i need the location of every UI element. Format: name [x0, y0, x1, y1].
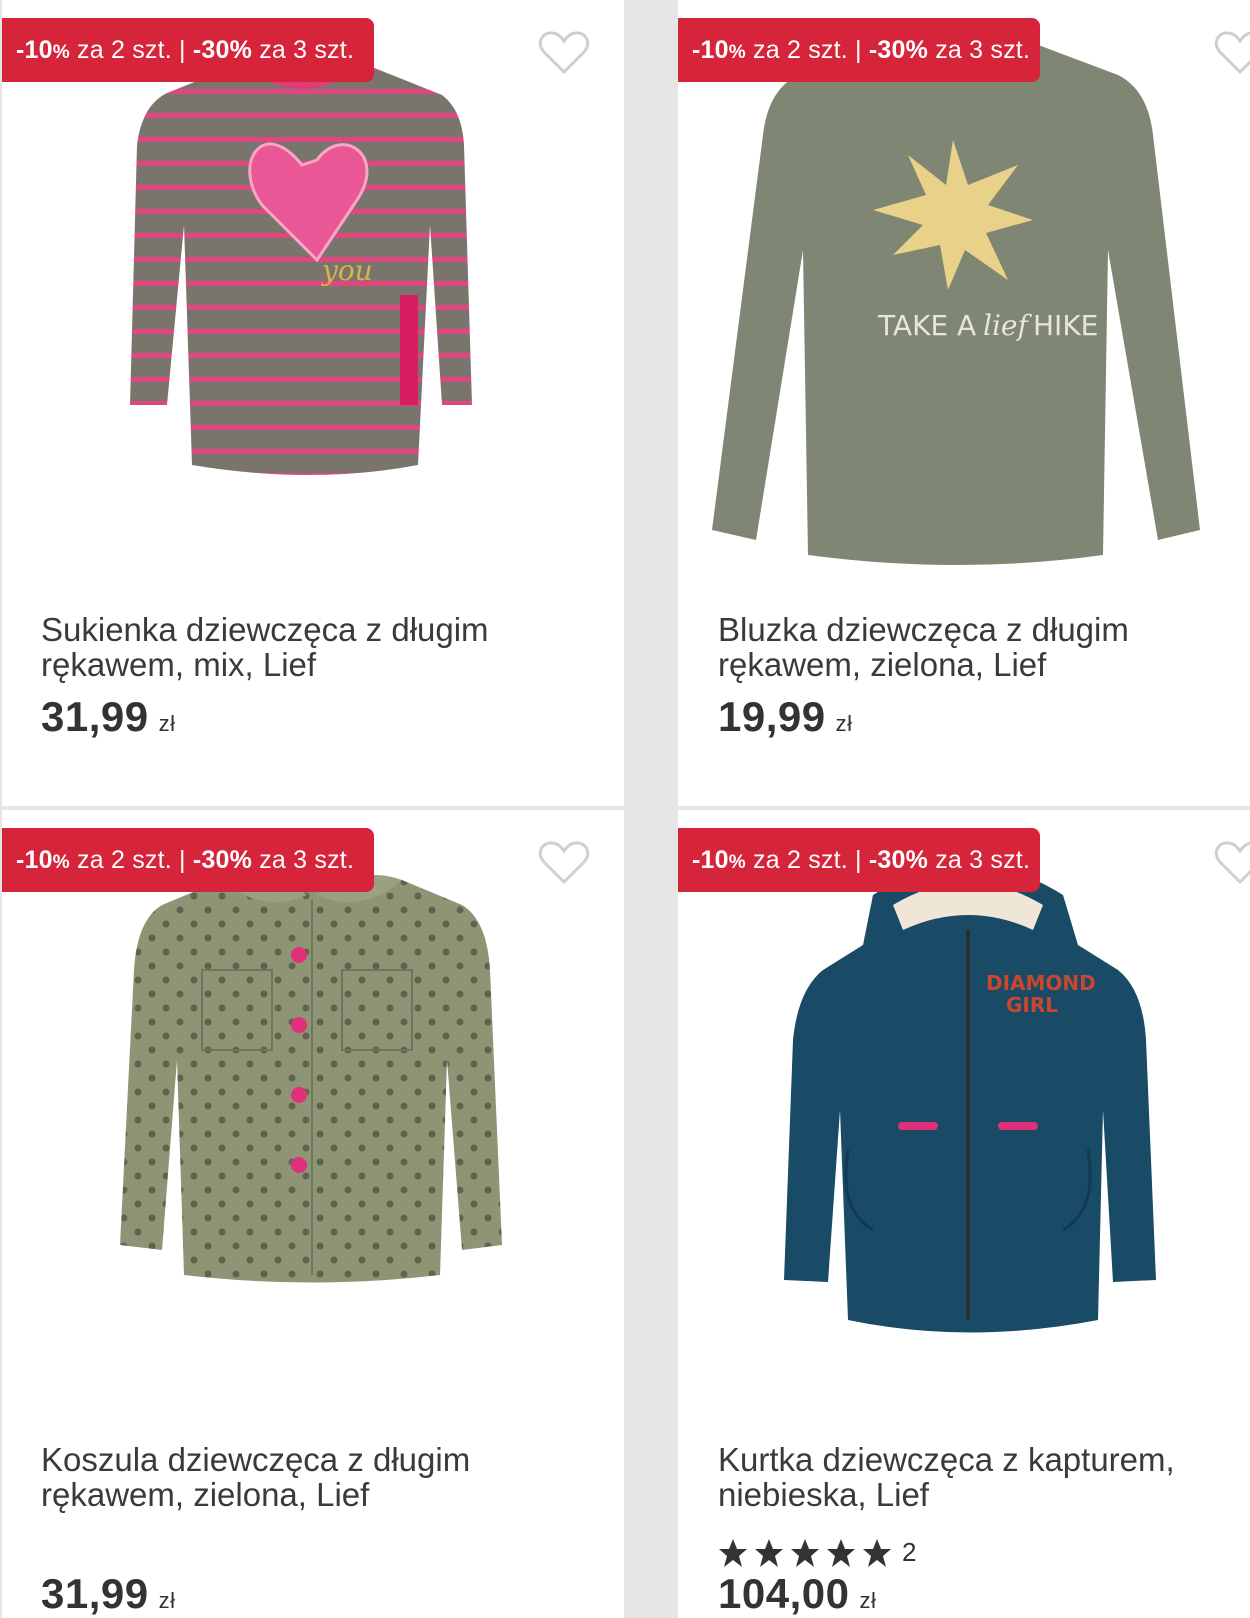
product-price: 31,99 zł	[41, 693, 176, 740]
product-card[interactable]: -10% za 2 szt. | -30% za 3 szt. Koszula …	[2, 810, 624, 1618]
product-title[interactable]: Kurtka dziewczęca z kapturem, niebieska,…	[718, 1442, 1250, 1512]
promo-badge: -10% za 2 szt. | -30% za 3 szt.	[2, 828, 374, 892]
product-image[interactable]: you	[112, 55, 492, 485]
heart-icon[interactable]	[538, 30, 590, 76]
product-title[interactable]: Sukienka dziewczęca z długim rękawem, mi…	[41, 612, 581, 682]
star-icon	[719, 1538, 747, 1567]
rating: 2	[718, 1537, 916, 1568]
star-icon	[791, 1538, 819, 1567]
product-title[interactable]: Bluzka dziewczęca z długim rękawem, ziel…	[718, 612, 1250, 682]
star-icon	[755, 1538, 783, 1567]
svg-text:DIAMOND: DIAMOND	[986, 971, 1096, 995]
product-image[interactable]	[102, 860, 522, 1310]
rating-count: 2	[902, 1537, 917, 1567]
svg-text:TAKE A: TAKE A	[877, 309, 976, 342]
promo-badge: -10% za 2 szt. | -30% za 3 szt.	[678, 828, 1040, 892]
product-card[interactable]: DIAMOND GIRL -10% za 2 szt. | -30% za 3 …	[678, 810, 1250, 1618]
heart-icon[interactable]	[1214, 840, 1250, 886]
product-title[interactable]: Koszula dziewczęca z długim rękawem, zie…	[41, 1442, 581, 1512]
heart-icon[interactable]	[1214, 30, 1250, 76]
product-price: 19,99 zł	[718, 693, 853, 740]
product-price: 31,99 zł	[41, 1570, 176, 1617]
svg-text:HIKE: HIKE	[1033, 309, 1098, 342]
product-card[interactable]: TAKE A lief HIKE -10% za 2 szt. | -30% z…	[678, 0, 1250, 806]
product-image[interactable]: TAKE A lief HIKE	[708, 35, 1208, 575]
promo-badge: -10% za 2 szt. | -30% za 3 szt.	[2, 18, 374, 82]
svg-text:lief: lief	[983, 309, 1032, 342]
product-card[interactable]: you -10% za 2 szt. | -30% za 3 szt. Suki…	[2, 0, 624, 806]
product-price: 104,00 zł	[718, 1570, 877, 1617]
promo-badge: -10% za 2 szt. | -30% za 3 szt.	[678, 18, 1040, 82]
heart-icon[interactable]	[538, 840, 590, 886]
star-icon	[863, 1538, 891, 1567]
star-icon	[827, 1538, 855, 1567]
product-grid: you -10% za 2 szt. | -30% za 3 szt. Suki…	[0, 0, 1250, 1618]
product-image[interactable]: DIAMOND GIRL	[778, 850, 1158, 1350]
svg-text:GIRL: GIRL	[1006, 993, 1058, 1017]
svg-text:you: you	[320, 254, 373, 287]
